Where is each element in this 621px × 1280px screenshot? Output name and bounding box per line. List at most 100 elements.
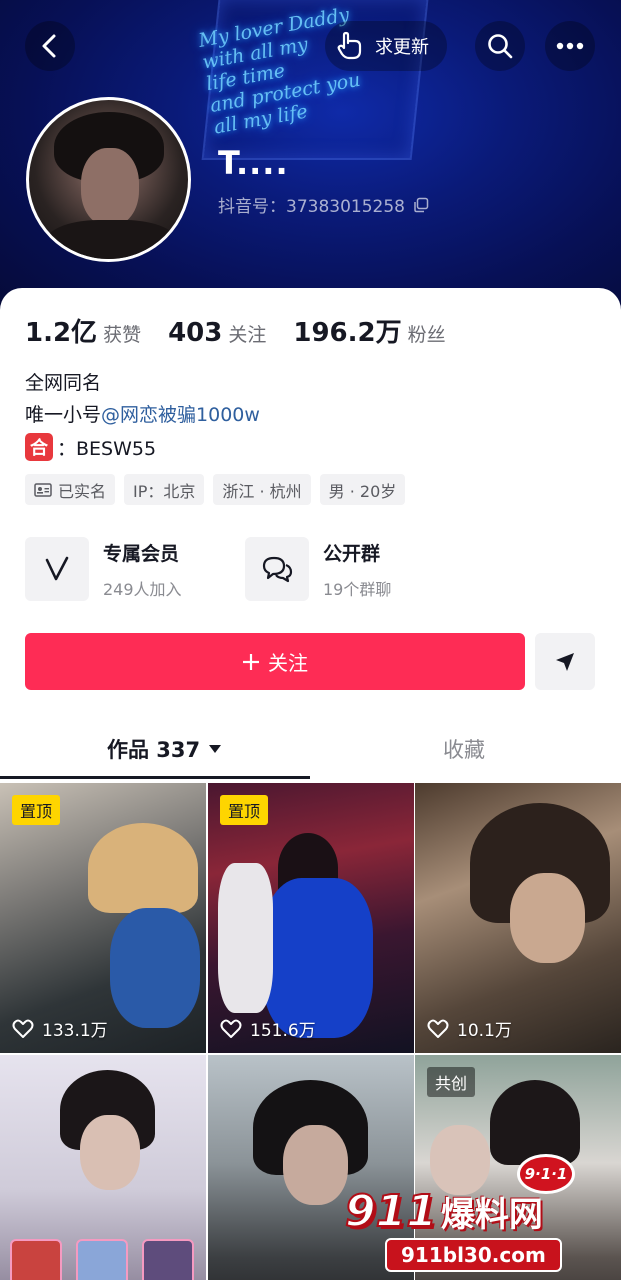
profile-tags: 已实名 IP：北京 浙江 · 杭州 男 · 20岁 <box>25 474 406 505</box>
feature-text: 公开群 19个群聊 <box>323 539 391 600</box>
feature-icon-box <box>245 537 309 601</box>
stat-likes[interactable]: 1.2亿 获赞 <box>25 312 141 349</box>
profile-header: My lover Daddy with all my life time and… <box>0 0 621 320</box>
thumbnail-figure <box>218 863 273 1013</box>
chevron-left-icon <box>42 34 56 58</box>
bio-text: 唯一小号 <box>25 404 102 426</box>
tab-works[interactable]: 作品 337 <box>107 734 222 764</box>
copy-icon[interactable] <box>413 197 429 213</box>
follow-label: 关注 <box>268 651 308 675</box>
tab-favorites[interactable]: 收藏 <box>443 734 485 764</box>
profile-card: 1.2亿 获赞 403 关注 196.2万 粉丝 全网同名 唯一小号@网恋被骗1… <box>0 288 621 1280</box>
tab-underline <box>0 776 310 779</box>
stat-label: 粉丝 <box>407 324 446 346</box>
mini-thumbnail <box>142 1239 194 1280</box>
thumbnail-figure <box>510 873 585 963</box>
pinned-badge: 置顶 <box>12 795 61 825</box>
watermark-brand-name: 爆料网 <box>440 1194 543 1235</box>
mini-thumbnail <box>76 1239 128 1280</box>
tab-label: 收藏 <box>443 738 485 762</box>
search-icon <box>488 34 513 59</box>
video-likes: 10.1万 <box>427 1016 512 1041</box>
pinned-badge: 置顶 <box>220 795 269 825</box>
video-card[interactable]: 置顶 151.6万 <box>208 783 414 1053</box>
he-emoji-badge: 合 <box>25 433 53 461</box>
stats-row: 1.2亿 获赞 403 关注 196.2万 粉丝 <box>25 312 473 349</box>
watermark-url: 911bl30.com <box>385 1238 562 1272</box>
more-button[interactable] <box>545 21 595 71</box>
feature-text: 专属会员 249人加入 <box>103 539 182 600</box>
tag-location: 浙江 · 杭州 <box>213 474 311 505</box>
tag-label: IP：北京 <box>133 481 196 501</box>
send-message-button[interactable] <box>535 633 595 690</box>
stat-value: 1.2亿 <box>25 318 98 348</box>
co-create-badge: 共创 <box>427 1067 476 1097</box>
thumbnail-figure <box>80 1115 140 1190</box>
stat-following[interactable]: 403 关注 <box>168 318 266 348</box>
douyin-id[interactable]: 抖音号：37383015258 <box>218 192 429 217</box>
stat-value: 403 <box>168 318 223 348</box>
chat-bubbles-icon <box>262 556 293 583</box>
plus-icon <box>243 653 259 670</box>
more-dots-icon <box>556 42 584 50</box>
feature-title: 专属会员 <box>103 542 180 565</box>
v-check-icon <box>45 556 69 581</box>
bio-line: 唯一小号@网恋被骗1000w <box>25 400 260 427</box>
tag-label: 已实名 <box>58 481 107 501</box>
thumbnail-figure <box>263 878 373 1038</box>
tab-label: 作品 337 <box>107 738 201 762</box>
like-count: 10.1万 <box>457 1021 512 1041</box>
thumbnail-strip <box>10 1239 194 1280</box>
feature-membership[interactable]: 专属会员 249人加入 <box>25 537 182 601</box>
feature-group-chat[interactable]: 公开群 19个群聊 <box>245 537 391 601</box>
thumbnail-figure <box>110 908 200 1028</box>
avatar[interactable] <box>26 97 191 262</box>
request-update-button[interactable]: 求更新 <box>325 21 447 71</box>
mention-link[interactable]: @网恋被骗1000w <box>101 404 260 426</box>
video-likes: 133.1万 <box>12 1016 108 1041</box>
bio-line: 全网同名 <box>25 372 102 394</box>
video-card[interactable]: 置顶 133.1万 <box>0 783 206 1053</box>
bio-text: ：BESW55 <box>57 437 157 460</box>
search-button[interactable] <box>475 21 525 71</box>
id-card-icon <box>34 482 52 497</box>
tag-verified: 已实名 <box>25 474 116 505</box>
video-card[interactable] <box>0 1055 206 1280</box>
paper-plane-icon <box>556 652 574 671</box>
watermark-logo: 9·1·1 911 爆料网 911bl30.com <box>344 1150 615 1275</box>
feature-icon-box <box>25 537 89 601</box>
heart-outline-icon <box>12 1019 34 1038</box>
content-tabs: 作品 337 收藏 <box>0 720 621 780</box>
avatar-face <box>81 148 139 226</box>
thumbnail-figure <box>88 823 198 913</box>
follow-button[interactable]: 关注 <box>25 633 525 690</box>
stat-label: 获赞 <box>103 324 142 346</box>
tag-label: 浙江 · 杭州 <box>222 481 302 501</box>
bio-line: 合 ：BESW55 <box>25 433 156 461</box>
heart-outline-icon <box>220 1019 242 1038</box>
tag-label: 男 · 20岁 <box>328 481 397 501</box>
avatar-body <box>44 220 179 259</box>
video-card[interactable]: 10.1万 <box>415 783 621 1053</box>
stat-value: 196.2万 <box>293 318 402 348</box>
watermark-brand: 911 爆料网 <box>344 1185 543 1238</box>
douyin-id-text: 抖音号：37383015258 <box>218 197 405 217</box>
thumbnail-figure <box>283 1125 348 1205</box>
stat-label: 关注 <box>228 324 267 346</box>
feature-title: 公开群 <box>323 542 381 565</box>
watermark-brand-number: 911 <box>344 1185 438 1238</box>
caret-down-icon <box>209 745 222 753</box>
like-count: 151.6万 <box>250 1021 316 1041</box>
request-update-label: 求更新 <box>375 37 429 58</box>
video-likes: 151.6万 <box>220 1016 316 1041</box>
stat-followers[interactable]: 196.2万 粉丝 <box>293 312 445 349</box>
feature-subtitle: 249人加入 <box>103 579 182 599</box>
hand-point-icon <box>337 31 362 60</box>
tag-ip: IP：北京 <box>124 474 205 505</box>
like-count: 133.1万 <box>42 1021 108 1041</box>
back-button[interactable] <box>25 21 75 71</box>
profile-nickname: T.... <box>218 144 289 182</box>
feature-subtitle: 19个群聊 <box>323 579 392 599</box>
heart-outline-icon <box>427 1019 449 1038</box>
mini-thumbnail <box>10 1239 62 1280</box>
